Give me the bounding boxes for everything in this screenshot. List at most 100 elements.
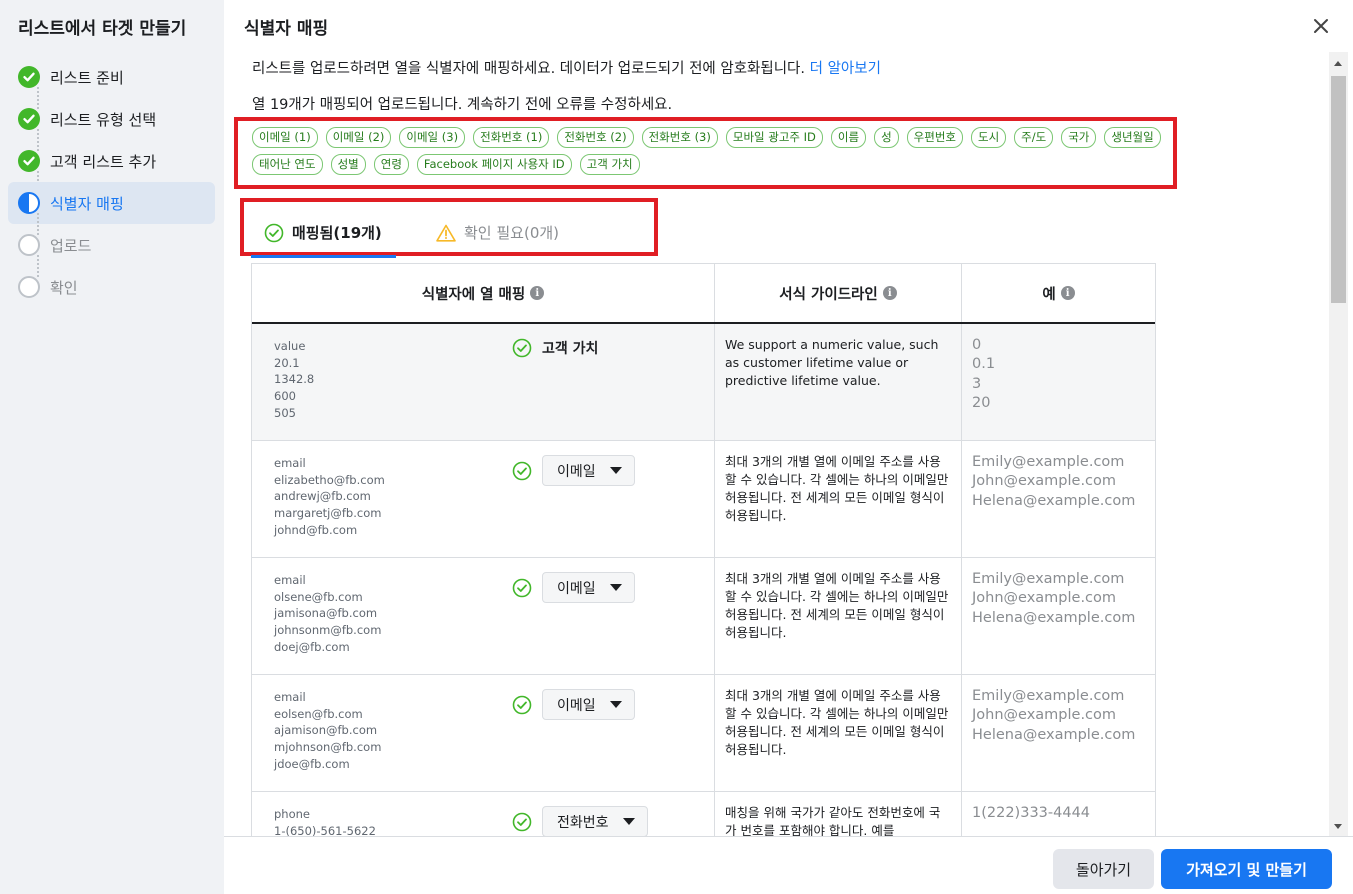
column-samples: email olsene@fb.com jamisona@fb.com john…: [274, 573, 382, 654]
step-choose-list-type[interactable]: 리스트 유형 선택: [8, 98, 215, 151]
dropdown-value: 이메일: [557, 580, 596, 597]
example-cell: 1(222)333-4444: [972, 805, 1091, 821]
identifier-chip: 국가: [1061, 127, 1097, 148]
identifier-dropdown[interactable]: 이메일: [542, 689, 635, 720]
check-circle-icon: [512, 338, 532, 358]
check-done-icon: [18, 108, 40, 130]
mapping-status: 이메일: [512, 572, 635, 603]
guideline-cell: 최대 3개의 개별 열에 이메일 주소를 사용할 수 있습니다. 각 셀에는 하…: [715, 441, 962, 557]
example-cell: Emily@example.com John@example.com Helen…: [972, 571, 1136, 626]
identifier-chip: 도시: [971, 127, 1007, 148]
step-confirm: 확인: [8, 266, 215, 308]
info-icon[interactable]: i: [1060, 286, 1075, 300]
import-and-create-button[interactable]: 가져오기 및 만들기: [1161, 849, 1332, 889]
identifier-chips: 이메일 (1) 이메일 (2) 이메일 (3) 전화번호 (1) 전화번호 (2) 전화번…: [252, 127, 1173, 175]
table-row: email eolsen@fb.com ajamison@fb.com mjoh…: [252, 675, 1155, 792]
step-prepare-list[interactable]: 리스트 준비: [8, 56, 215, 109]
identifier-dropdown[interactable]: 전화번호: [542, 806, 648, 836]
description-line: 리스트를 업로드하려면 열을 식별자에 매핑하세요. 데이터가 업로드되기 전에…: [252, 57, 881, 78]
pending-circle-icon: [18, 234, 40, 256]
tab-mapped[interactable]: 매핑됨(19개): [264, 222, 382, 243]
mapping-cell: phone 1-(650)-561-5622 전화번호: [252, 792, 715, 836]
identifier-chip: 고객 가치: [579, 154, 640, 175]
identifier-chip: Facebook 페이지 사용자 ID: [416, 154, 572, 175]
step-map-identifiers[interactable]: 식별자 매핑: [8, 182, 215, 235]
identifier-label: 고객 가치: [542, 341, 599, 357]
step-add-customer-list[interactable]: 고객 리스트 추가: [8, 140, 215, 193]
guideline-cell: We support a numeric value, such as cust…: [715, 324, 962, 440]
close-button[interactable]: [1309, 14, 1333, 38]
step-upload: 업로드: [8, 224, 215, 277]
dialog-title: 식별자 매핑: [244, 19, 329, 39]
caret-down-icon: [609, 467, 622, 474]
identifier-chip: 모바일 광고주 ID: [725, 127, 823, 148]
identifier-chip: 연령: [373, 154, 409, 175]
tab-needs-review-label: 확인 필요(0개): [464, 224, 560, 242]
example-cell: 0 0.1 3 20: [972, 337, 996, 411]
identifier-chip: 이메일 (3): [399, 127, 466, 148]
in-progress-icon: [18, 192, 40, 214]
identifier-chip: 이메일 (1): [252, 127, 318, 148]
identifier-chip: 전화번호 (1): [473, 127, 550, 148]
scroll-down-icon[interactable]: [1334, 824, 1342, 829]
example-cell: Emily@example.com John@example.com Helen…: [972, 454, 1136, 509]
back-button[interactable]: 돌아가기: [1053, 849, 1154, 889]
step-label: 업로드: [50, 236, 92, 255]
step-label: 확인: [50, 278, 78, 297]
mapping-table: 식별자에 열 매핑 i 서식 가이드라인 i 예i value 20.1 1342.…: [251, 263, 1156, 836]
step-label: 리스트 유형 선택: [50, 110, 157, 129]
guideline-cell: 최대 3개의 개별 열에 이메일 주소를 사용할 수 있습니다. 각 셀에는 하…: [715, 675, 962, 791]
dropdown-value: 전화번호: [557, 814, 609, 831]
info-icon[interactable]: i: [882, 286, 897, 300]
identifier-chip: 성: [874, 127, 899, 148]
check-circle-icon: [512, 578, 532, 597]
identifier-chip: 전화번호 (2): [557, 127, 634, 148]
close-icon: [1314, 19, 1328, 33]
caret-down-icon: [609, 584, 622, 591]
tab-needs-review[interactable]: 확인 필요(0개): [436, 222, 559, 243]
learn-more-link[interactable]: 더 알아보기: [810, 61, 881, 77]
vertical-scrollbar[interactable]: [1329, 52, 1348, 836]
wizard-sidebar: 리스트에서 타겟 만들기 리스트 준비 리스트 유형 선택 고객 리스트 추가 …: [0, 0, 224, 894]
tabs-highlight: 매핑됨(19개) 확인 필요(0개): [240, 198, 658, 256]
table-body: value 20.1 1342.8 600 505 고객 가치 We support…: [252, 324, 1155, 836]
guideline-cell: 매칭을 위해 국가가 같아도 전화번호에 국가 번호를 포함해야 합니다. 예를: [715, 792, 962, 836]
identifier-chip: 태어난 연도: [252, 154, 323, 175]
step-label: 고객 리스트 추가: [50, 152, 157, 171]
check-circle-icon: [264, 223, 284, 242]
example-cell: Emily@example.com John@example.com Helen…: [972, 688, 1136, 743]
active-tab-indicator: [251, 255, 396, 258]
mapping-status: 고객 가치: [512, 338, 598, 358]
header-label: 서식 가이드라인: [779, 286, 878, 303]
sidebar-title: 리스트에서 타겟 만들기: [18, 19, 187, 39]
wizard-steps: 리스트 준비 리스트 유형 선택 고객 리스트 추가 식별자 매핑 업로드 확인: [8, 56, 215, 308]
tab-mapped-label: 매핑됨(19개): [292, 224, 382, 242]
check-circle-icon: [512, 812, 532, 831]
identifier-chip: 우편번호: [906, 127, 963, 148]
table-row: email elizabetho@fb.com andrewj@fb.com m…: [252, 441, 1155, 558]
mapping-status: 이메일: [512, 455, 635, 486]
check-done-icon: [18, 66, 40, 88]
dialog-footer: 돌아가기 가져오기 및 만들기: [224, 836, 1353, 894]
identifier-chip: 이메일 (2): [325, 127, 392, 148]
column-samples: value 20.1 1342.8 600 505: [274, 339, 315, 420]
column-samples: email elizabetho@fb.com andrewj@fb.com m…: [274, 456, 385, 537]
mapped-count-text: 열 19개가 매핑되어 업로드됩니다. 계속하기 전에 오류를 수정하세요.: [252, 97, 673, 113]
dropdown-value: 이메일: [557, 463, 596, 480]
column-samples: phone 1-(650)-561-5622: [274, 807, 376, 836]
scroll-up-icon[interactable]: [1334, 61, 1342, 66]
table-row: value 20.1 1342.8 600 505 고객 가치 We support…: [252, 324, 1155, 441]
step-label: 식별자 매핑: [50, 194, 124, 213]
mapping-cell: email eolsen@fb.com ajamison@fb.com mjoh…: [252, 675, 715, 791]
identifier-dropdown[interactable]: 이메일: [542, 572, 635, 603]
warning-triangle-icon: [436, 224, 456, 242]
scrollbar-thumb[interactable]: [1331, 76, 1346, 303]
mapping-cell: email olsene@fb.com jamisona@fb.com john…: [252, 558, 715, 674]
mapping-cell: value 20.1 1342.8 600 505 고객 가치: [252, 324, 715, 440]
identifier-dropdown[interactable]: 이메일: [542, 455, 635, 486]
dialog-body[interactable]: 리스트를 업로드하려면 열을 식별자에 매핑하세요. 데이터가 업로드되기 전에…: [224, 52, 1329, 836]
description-text: 리스트를 업로드하려면 열을 식별자에 매핑하세요. 데이터가 업로드되기 전에…: [252, 61, 806, 77]
info-icon[interactable]: i: [530, 286, 545, 300]
header-label: 예: [1042, 286, 1056, 303]
check-circle-icon: [512, 461, 532, 480]
